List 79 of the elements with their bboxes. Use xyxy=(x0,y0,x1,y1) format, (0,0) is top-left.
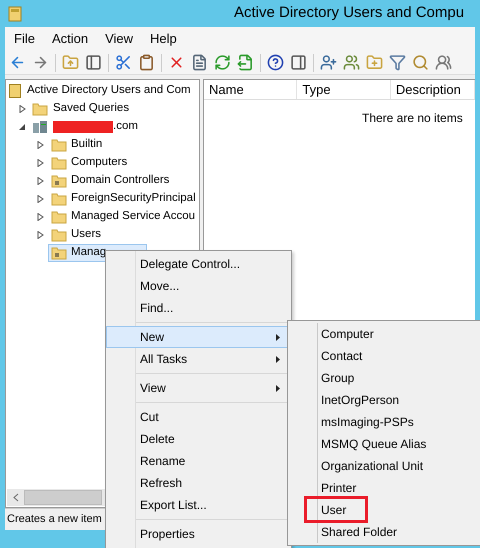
refresh-icon[interactable] xyxy=(214,54,231,71)
context-menu-item[interactable]: Move... xyxy=(106,275,291,297)
filter-icon[interactable] xyxy=(389,54,406,71)
window-title: Active Directory Users and Compu xyxy=(234,3,464,24)
folder-icon xyxy=(51,210,67,224)
tree-item[interactable]: Users xyxy=(48,226,104,244)
new-user-icon[interactable] xyxy=(320,54,337,71)
status-text: Creates a new item xyxy=(7,512,102,528)
console-icon xyxy=(9,84,21,98)
menu-item[interactable]: File xyxy=(14,29,35,49)
scroll-left-icon[interactable] xyxy=(12,493,18,502)
forward-icon[interactable] xyxy=(32,54,49,71)
back-icon[interactable] xyxy=(9,54,26,71)
new-group-icon[interactable] xyxy=(343,54,360,71)
folder-icon xyxy=(32,102,48,116)
menu-item[interactable]: View xyxy=(105,29,134,49)
submenu-item[interactable]: InetOrgPerson xyxy=(321,391,400,409)
tree-item[interactable]: Computers xyxy=(48,154,130,172)
tree-item[interactable]: Managed Service Accou xyxy=(48,208,198,226)
tree-item[interactable]: Builtin xyxy=(48,136,106,154)
context-menu-item[interactable]: Export List... xyxy=(106,494,291,516)
tree-item[interactable]: Domain Controllers xyxy=(48,172,172,190)
submenu-item[interactable]: MSMQ Queue Alias xyxy=(321,435,426,453)
search-icon[interactable] xyxy=(412,54,429,71)
context-menu-item[interactable]: Delete xyxy=(106,428,291,450)
scrollbar-thumb[interactable] xyxy=(24,490,102,505)
submenu-arrow-icon xyxy=(276,384,280,392)
context-menu-item[interactable]: Refresh xyxy=(106,472,291,494)
export-icon[interactable] xyxy=(237,54,254,71)
collapsed-arrow-icon[interactable] xyxy=(17,105,27,113)
context-menu-item[interactable]: Rename xyxy=(106,450,291,472)
folder-icon xyxy=(51,156,67,170)
context-menu-item[interactable]: View xyxy=(106,377,291,399)
submenu-item[interactable]: User xyxy=(321,501,346,519)
collapsed-arrow-icon[interactable] xyxy=(35,213,45,221)
expanded-arrow-icon[interactable] xyxy=(17,123,27,131)
folder-document-icon xyxy=(51,174,67,188)
context-menu-item[interactable]: Find... xyxy=(106,297,291,319)
context-menu-item[interactable]: All Tasks xyxy=(106,348,291,370)
submenu-item[interactable]: Group xyxy=(321,369,354,387)
menu-item[interactable]: Help xyxy=(150,29,177,49)
folder-icon xyxy=(51,228,67,242)
tree-item[interactable]: Active Directory Users and Com xyxy=(27,82,191,100)
collapsed-arrow-icon[interactable] xyxy=(35,159,45,167)
folder-icon xyxy=(51,192,67,206)
column-header[interactable]: Description xyxy=(390,80,475,99)
submenu-item[interactable]: msImaging-PSPs xyxy=(321,413,414,431)
submenu-arrow-icon xyxy=(276,356,280,362)
properties-icon[interactable] xyxy=(191,54,208,71)
help-icon[interactable] xyxy=(267,54,284,71)
users-icon[interactable] xyxy=(435,54,452,71)
panel-icon[interactable] xyxy=(85,54,102,71)
collapsed-arrow-icon[interactable] xyxy=(35,177,45,185)
column-header[interactable]: Type xyxy=(297,80,391,99)
context-menu-item[interactable]: Properties xyxy=(106,523,291,545)
panel-icon[interactable] xyxy=(290,54,307,71)
redaction-bar xyxy=(53,121,113,133)
context-menu-item[interactable]: Cut xyxy=(106,406,291,428)
tree-item[interactable]: ForeignSecurityPrincipal xyxy=(48,190,199,208)
submenu-item[interactable]: Contact xyxy=(321,347,362,365)
tree-item[interactable]: .com xyxy=(113,118,138,136)
server-icon xyxy=(32,120,48,134)
menu-item[interactable]: Action xyxy=(52,29,88,49)
clipboard-icon[interactable] xyxy=(138,54,155,71)
folder-document-icon xyxy=(51,246,67,260)
submenu-arrow-icon xyxy=(276,334,280,340)
submenu-item[interactable]: Organizational Unit xyxy=(321,457,424,475)
tree-item[interactable]: Saved Queries xyxy=(53,100,130,118)
submenu-item[interactable]: Computer xyxy=(321,325,374,343)
app-icon xyxy=(8,6,22,22)
empty-message: There are no items xyxy=(362,111,463,125)
submenu-item[interactable]: Printer xyxy=(321,479,356,497)
collapsed-arrow-icon[interactable] xyxy=(35,141,45,149)
scissors-icon[interactable] xyxy=(115,54,132,71)
submenu-item[interactable]: Shared Folder xyxy=(321,523,398,541)
collapsed-arrow-icon[interactable] xyxy=(35,195,45,203)
column-header[interactable]: Name xyxy=(204,80,298,99)
collapsed-arrow-icon[interactable] xyxy=(35,231,45,239)
folder-icon xyxy=(51,138,67,152)
